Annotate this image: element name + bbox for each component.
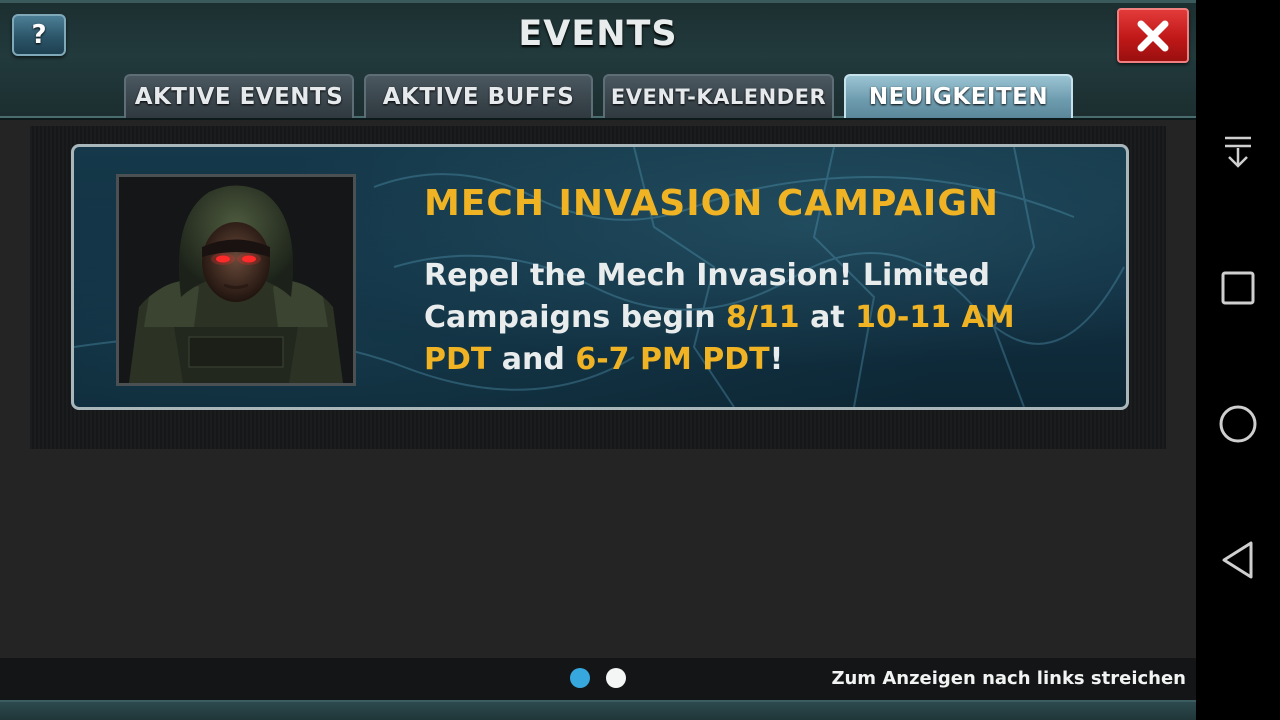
game-window: ? EVENTS AKTIVE EVENTS AKTIVE BUFFS EVEN… bbox=[0, 0, 1196, 720]
pager-dot[interactable] bbox=[606, 668, 626, 688]
back-button[interactable] bbox=[1214, 536, 1262, 584]
swipe-hint: Zum Anzeigen nach links streichen bbox=[831, 668, 1186, 689]
event-time-2: 6-7 PM PDT bbox=[575, 342, 770, 377]
home-icon bbox=[1219, 405, 1257, 443]
tab-aktive-buffs[interactable]: AKTIVE BUFFS bbox=[364, 74, 593, 118]
recents-button[interactable] bbox=[1214, 264, 1262, 312]
tab-neuigkeiten[interactable]: NEUIGKEITEN bbox=[844, 74, 1073, 118]
back-icon bbox=[1222, 541, 1253, 579]
close-x-icon bbox=[1137, 20, 1169, 51]
recents-icon bbox=[1221, 271, 1255, 305]
tab-bar: AKTIVE EVENTS AKTIVE BUFFS EVENT-KALENDE… bbox=[0, 74, 1196, 120]
footer-strip bbox=[0, 700, 1196, 720]
pager-dot-active[interactable] bbox=[570, 668, 590, 688]
event-text-part: at bbox=[799, 300, 856, 335]
event-description: Repel the Mech Invasion! Limited Campaig… bbox=[424, 255, 1064, 381]
soldier-portrait bbox=[116, 174, 356, 386]
event-text-part: ! bbox=[769, 342, 784, 377]
notification-pull-button[interactable] bbox=[1214, 128, 1262, 176]
notification-pull-icon bbox=[1225, 136, 1251, 168]
screen: ? EVENTS AKTIVE EVENTS AKTIVE BUFFS EVEN… bbox=[0, 0, 1280, 720]
tab-event-kalender[interactable]: EVENT-KALENDER bbox=[603, 74, 834, 118]
close-button[interactable] bbox=[1117, 8, 1189, 63]
page-title: EVENTS bbox=[518, 14, 678, 54]
event-title: MECH INVASION CAMPAIGN bbox=[424, 183, 1000, 224]
event-date: 8/11 bbox=[726, 300, 800, 335]
event-text-part: and bbox=[491, 342, 576, 377]
tab-aktive-events[interactable]: AKTIVE EVENTS bbox=[124, 74, 354, 118]
hooded-soldier-image bbox=[119, 177, 353, 383]
home-button[interactable] bbox=[1214, 400, 1262, 448]
event-card[interactable]: MECH INVASION CAMPAIGN Repel the Mech In… bbox=[71, 144, 1129, 410]
android-nav-bar bbox=[1196, 0, 1280, 720]
